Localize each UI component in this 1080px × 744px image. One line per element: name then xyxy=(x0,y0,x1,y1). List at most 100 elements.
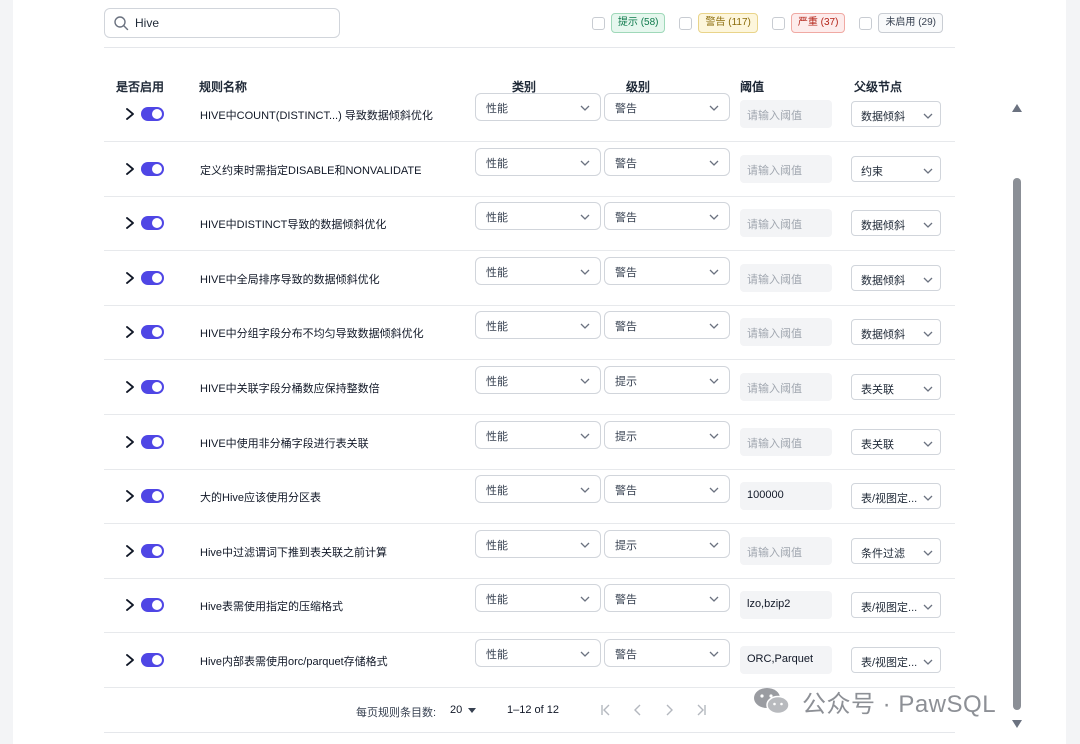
enabled-toggle[interactable] xyxy=(141,653,164,667)
parent-select[interactable]: 表关联 xyxy=(851,374,941,400)
filter-crit[interactable]: 严重 (37) xyxy=(771,13,846,33)
level-select[interactable]: 警告 xyxy=(604,202,730,231)
category-select[interactable]: 性能 xyxy=(475,366,601,394)
enabled-toggle[interactable] xyxy=(141,380,164,394)
category-select[interactable]: 性能 xyxy=(475,584,601,613)
chevron-right-icon[interactable] xyxy=(124,544,136,558)
category-select[interactable]: 性能 xyxy=(475,202,601,231)
chevron-right-icon[interactable] xyxy=(124,653,136,667)
chevron-right-icon[interactable] xyxy=(124,325,136,339)
level-value: 警告 xyxy=(615,103,637,115)
chevron-right-icon[interactable] xyxy=(124,162,136,176)
enabled-toggle[interactable] xyxy=(141,216,164,231)
threshold-input[interactable]: 请输入阈值 xyxy=(740,373,832,401)
search-icon xyxy=(114,16,129,31)
category-select[interactable]: 性能 xyxy=(475,256,601,285)
category-value: 性能 xyxy=(486,539,508,552)
enabled-toggle[interactable] xyxy=(141,489,164,504)
next-page-icon[interactable] xyxy=(662,703,676,717)
first-page-icon[interactable] xyxy=(599,703,613,717)
caret-down-icon[interactable] xyxy=(468,708,476,713)
level-select[interactable]: 警告 xyxy=(604,93,730,121)
threshold-input[interactable]: 请输入阈值 xyxy=(740,154,832,183)
level-select[interactable]: 警告 xyxy=(604,256,730,285)
level-select[interactable]: 提示 xyxy=(604,529,730,558)
parent-select[interactable]: 表/视图定... xyxy=(851,592,941,619)
enabled-toggle[interactable] xyxy=(141,434,164,449)
threshold-input[interactable]: 请输入阈值 xyxy=(740,318,832,347)
parent-select[interactable]: 数据倾斜 xyxy=(851,319,941,346)
toggle-knob xyxy=(152,218,162,229)
level-filters: 提示 (58) 警告 (117) 严重 (37) 未启用 (29) xyxy=(578,12,943,34)
filter-checkbox[interactable] xyxy=(591,16,605,30)
chevron-down-icon xyxy=(923,602,933,611)
prev-page-icon[interactable] xyxy=(631,703,645,717)
filter-off[interactable]: 未启用 (29) xyxy=(859,13,943,33)
parent-select[interactable]: 约束 xyxy=(851,155,941,182)
level-value: 警告 xyxy=(615,157,637,170)
last-page-icon[interactable] xyxy=(694,703,708,717)
chevron-right-icon[interactable] xyxy=(124,216,136,230)
category-select[interactable]: 性能 xyxy=(475,639,601,667)
search-box[interactable] xyxy=(104,8,340,38)
enabled-toggle[interactable] xyxy=(141,325,164,340)
enabled-toggle[interactable] xyxy=(141,270,164,285)
enabled-toggle[interactable] xyxy=(141,161,164,176)
scrollbar-thumb[interactable] xyxy=(1013,178,1021,710)
level-select[interactable]: 提示 xyxy=(604,366,730,394)
level-select[interactable]: 警告 xyxy=(604,311,730,340)
filter-tip[interactable]: 提示 (58) xyxy=(591,13,666,33)
rule-name: HIVE中全局排序导致的数据倾斜优化 xyxy=(200,273,380,286)
chevron-right-icon[interactable] xyxy=(124,489,136,503)
chevron-down-icon xyxy=(709,431,719,439)
threshold-input[interactable]: 请输入阈值 xyxy=(740,100,832,128)
parent-select[interactable]: 表/视图定... xyxy=(851,483,941,510)
level-value: 提示 xyxy=(615,376,637,388)
level-value: 警告 xyxy=(615,321,637,334)
threshold-input[interactable]: 请输入阈值 xyxy=(740,536,832,565)
category-select[interactable]: 性能 xyxy=(475,93,601,121)
enabled-toggle[interactable] xyxy=(141,543,164,558)
chevron-down-icon xyxy=(923,493,933,502)
category-select[interactable]: 性能 xyxy=(475,529,601,558)
chevron-right-icon[interactable] xyxy=(124,380,136,394)
scroll-up-icon[interactable] xyxy=(1012,104,1022,112)
level-select[interactable]: 警告 xyxy=(604,639,730,667)
category-select[interactable]: 性能 xyxy=(475,311,601,340)
rows-per-page-select[interactable]: 20 xyxy=(450,704,462,716)
threshold-input[interactable]: 请输入阈值 xyxy=(740,427,832,456)
enabled-toggle[interactable] xyxy=(141,107,164,121)
level-select[interactable]: 警告 xyxy=(604,147,730,176)
filter-checkbox[interactable] xyxy=(771,16,785,30)
threshold-input[interactable]: 请输入阈值 xyxy=(740,263,832,292)
filter-checkbox[interactable] xyxy=(679,16,693,30)
chevron-right-icon[interactable] xyxy=(124,435,136,449)
filter-warn[interactable]: 警告 (117) xyxy=(679,13,758,33)
filter-checkbox[interactable] xyxy=(859,16,873,30)
level-value: 警告 xyxy=(615,212,637,225)
parent-select[interactable]: 条件过滤 xyxy=(851,537,941,564)
chevron-down-icon xyxy=(580,321,590,330)
threshold-input[interactable]: 请输入阈值 xyxy=(740,209,832,238)
threshold-input[interactable]: ORC,Parquet xyxy=(740,646,832,674)
parent-select[interactable]: 表/视图定... xyxy=(851,647,941,673)
level-select[interactable]: 警告 xyxy=(604,475,730,504)
threshold-input[interactable]: 100000 xyxy=(740,482,832,511)
parent-select[interactable]: 表关联 xyxy=(851,428,941,455)
category-select[interactable]: 性能 xyxy=(475,475,601,504)
search-input[interactable] xyxy=(135,13,331,33)
chevron-right-icon[interactable] xyxy=(124,107,136,121)
parent-select[interactable]: 数据倾斜 xyxy=(851,101,941,127)
scroll-down-icon[interactable] xyxy=(1012,720,1022,728)
parent-value: 数据倾斜 xyxy=(861,329,905,342)
level-select[interactable]: 警告 xyxy=(604,584,730,613)
category-select[interactable]: 性能 xyxy=(475,147,601,176)
level-select[interactable]: 提示 xyxy=(604,420,730,449)
threshold-input[interactable]: lzo,bzip2 xyxy=(740,591,832,620)
enabled-toggle[interactable] xyxy=(141,598,164,613)
parent-select[interactable]: 数据倾斜 xyxy=(851,264,941,291)
parent-select[interactable]: 数据倾斜 xyxy=(851,210,941,237)
chevron-right-icon[interactable] xyxy=(124,598,136,612)
chevron-right-icon[interactable] xyxy=(124,271,136,285)
category-select[interactable]: 性能 xyxy=(475,420,601,449)
